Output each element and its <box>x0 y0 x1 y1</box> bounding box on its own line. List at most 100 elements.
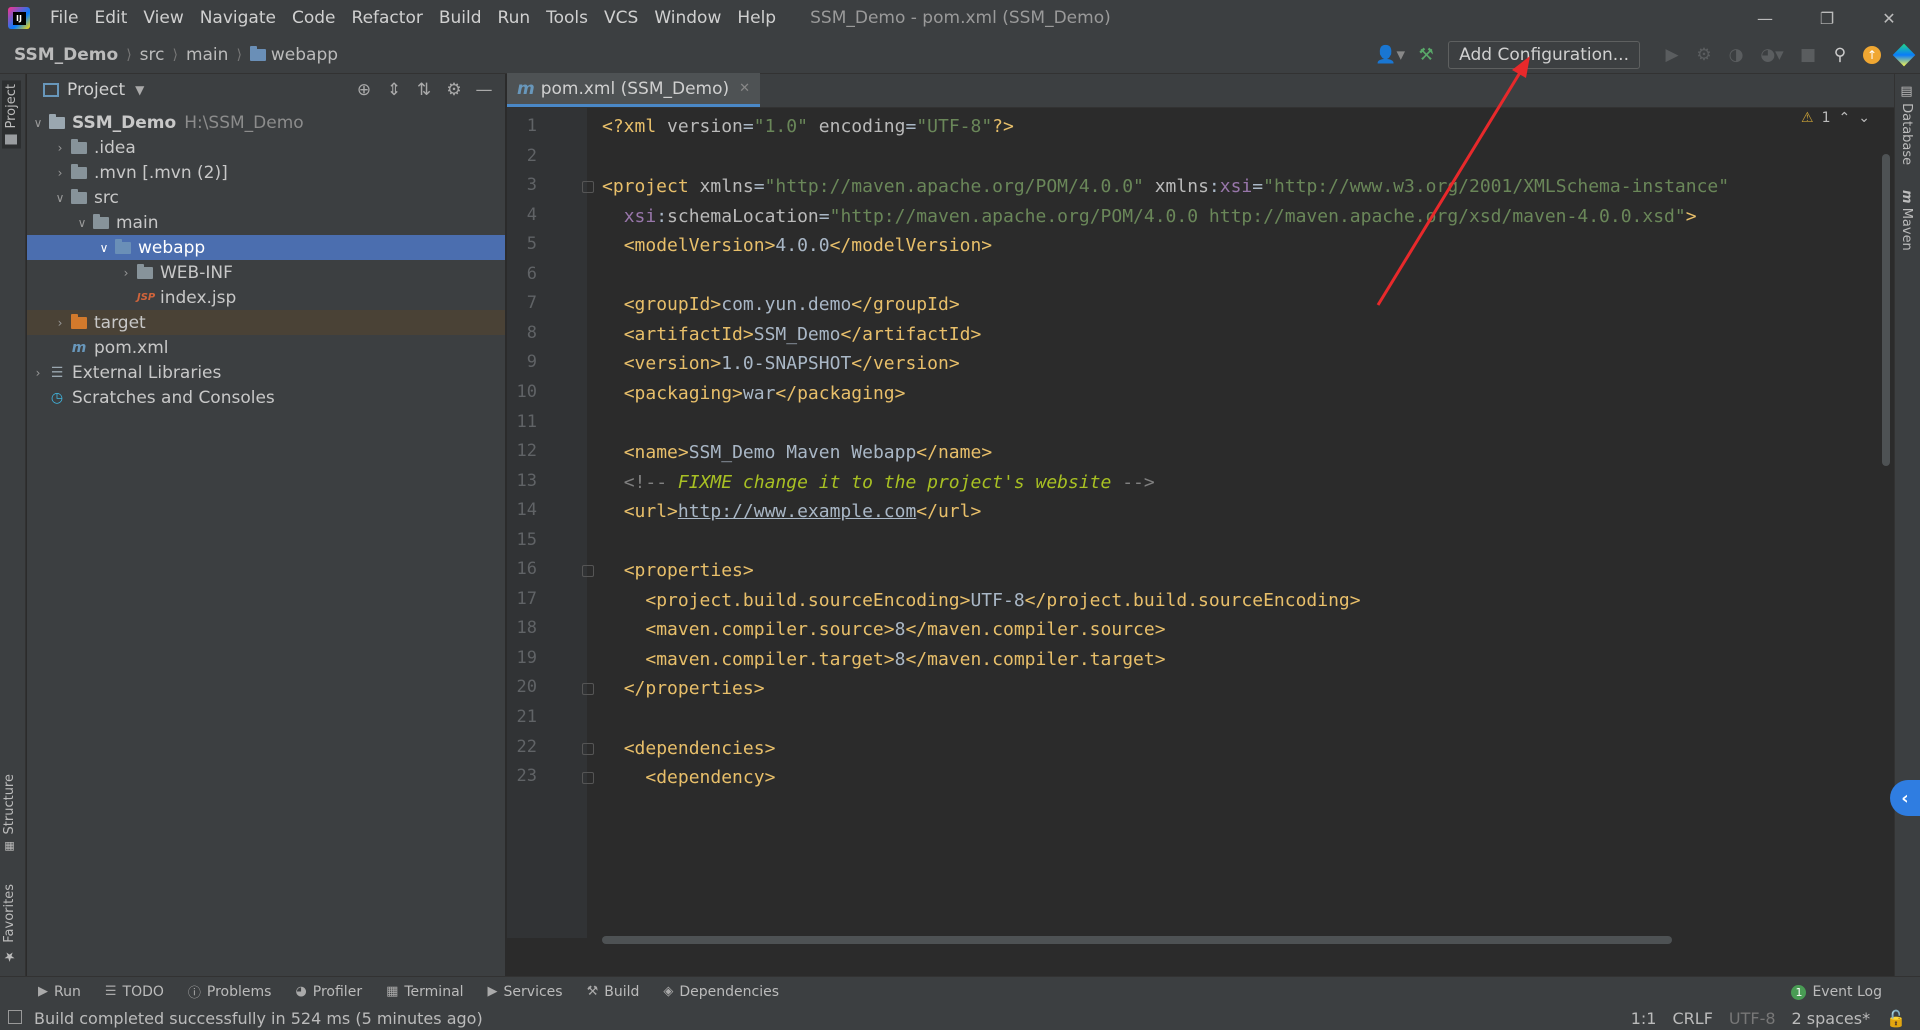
debug-icon[interactable]: ⚙ <box>1688 39 1720 71</box>
stop-icon[interactable]: ■ <box>1792 39 1824 71</box>
dependencies-tool-button[interactable]: ◈ Dependencies <box>651 984 791 1000</box>
chevron-right-icon[interactable]: › <box>49 166 71 180</box>
chevron-up-icon[interactable]: ⌃ <box>1839 110 1851 126</box>
database-tool-tab[interactable]: ▤ Database <box>1899 84 1914 165</box>
search-icon[interactable]: ⚲ <box>1824 39 1856 71</box>
code-content[interactable]: <?xml version="1.0" encoding="UTF-8"?> <… <box>602 108 1882 938</box>
breadcrumb-separator-icon: ⟩ <box>172 46 178 63</box>
tree-item-scratches[interactable]: › ◷ Scratches and Consoles <box>27 385 505 410</box>
line-separator[interactable]: CRLF <box>1672 1009 1712 1028</box>
run-tool-button[interactable]: ▶ Run <box>26 984 93 1000</box>
project-view-selector[interactable]: Project <box>67 80 125 100</box>
run-icon[interactable]: ▶ <box>1656 39 1688 71</box>
terminal-tool-button[interactable]: ▦ Terminal <box>374 984 475 1000</box>
menu-code[interactable]: Code <box>284 0 344 36</box>
chevron-down-icon[interactable]: ∨ <box>27 116 49 130</box>
minimize-icon[interactable]: — <box>1734 0 1796 36</box>
restore-icon[interactable]: ❐ <box>1796 0 1858 36</box>
chevron-right-icon[interactable]: › <box>49 141 71 155</box>
menu-help[interactable]: Help <box>729 0 784 36</box>
gear-icon[interactable]: ⚙ <box>439 74 469 106</box>
fold-marker-icon[interactable] <box>582 181 594 194</box>
menu-tools[interactable]: Tools <box>538 0 596 36</box>
tree-item-idea[interactable]: › .idea <box>27 135 505 160</box>
breadcrumb-project[interactable]: SSM_Demo <box>14 45 118 65</box>
breadcrumb-main[interactable]: main <box>186 45 228 65</box>
menu-navigate[interactable]: Navigate <box>192 0 284 36</box>
caret-position[interactable]: 1:1 <box>1631 1009 1657 1028</box>
line-number: 14 <box>516 500 537 521</box>
chevron-down-icon[interactable]: ⌄ <box>1858 110 1870 126</box>
menu-build[interactable]: Build <box>431 0 490 36</box>
tree-item-webapp[interactable]: ∨ webapp <box>27 235 505 260</box>
tree-item-ssm-demo[interactable]: ∨ SSM_Demo H:\SSM_Demo <box>27 110 505 135</box>
breadcrumb-src[interactable]: src <box>140 45 165 65</box>
tree-item-web-inf[interactable]: › WEB-INF <box>27 260 505 285</box>
menu-run[interactable]: Run <box>490 0 539 36</box>
close-tab-icon[interactable]: ✕ <box>739 81 750 96</box>
warning-count: 1 <box>1821 110 1831 126</box>
chevron-down-icon[interactable]: ∨ <box>71 216 93 230</box>
vertical-scrollbar[interactable] <box>1882 154 1890 466</box>
chevron-down-icon[interactable]: ∨ <box>93 241 115 255</box>
close-icon[interactable]: ✕ <box>1858 0 1920 36</box>
chevron-right-icon[interactable]: › <box>27 366 49 380</box>
build-tool-button[interactable]: ⚒ Build <box>575 984 652 1000</box>
profile-icon[interactable]: ◕▾ <box>1752 39 1792 71</box>
tree-item-mvn[interactable]: › .mvn [.mvn (2)] <box>27 160 505 185</box>
tree-item-target[interactable]: › target <box>27 310 505 335</box>
dependencies-icon: ◈ <box>663 984 674 999</box>
event-log-button[interactable]: 1 Event Log <box>1791 977 1882 1007</box>
line-number: 10 <box>516 381 537 402</box>
problems-tool-button[interactable]: ⓘ Problems <box>176 982 284 1002</box>
right-tool-stripe: ▤ Database m Maven <box>1894 74 1920 976</box>
maven-tool-tab[interactable]: m Maven <box>1899 190 1914 251</box>
status-toggle-icon[interactable] <box>8 1010 22 1024</box>
favorites-tool-tab[interactable]: ★ Favorites <box>2 884 17 964</box>
coverage-icon[interactable]: ◑ <box>1720 39 1752 71</box>
indent-setting[interactable]: 2 spaces* <box>1792 1009 1871 1028</box>
project-tool-tab[interactable]: Project <box>2 80 21 149</box>
locate-icon[interactable]: ⊕ <box>349 74 379 106</box>
todo-tool-button[interactable]: ☰ TODO <box>93 984 176 1000</box>
chevron-down-icon[interactable]: ▼ <box>135 83 144 97</box>
chevron-down-icon[interactable]: ∨ <box>49 191 71 205</box>
tree-item-pom-xml[interactable]: › m pom.xml <box>27 335 505 360</box>
jetbrains-toolbox-icon[interactable] <box>1888 39 1920 71</box>
lock-icon[interactable]: 🔓 <box>1886 1009 1906 1028</box>
tree-item-external-libraries[interactable]: › ☰ External Libraries <box>27 360 505 385</box>
inspection-widget[interactable]: ⚠ 1 ⌃ ⌄ <box>1801 110 1870 126</box>
add-configuration-button[interactable]: Add Configuration... <box>1448 41 1640 69</box>
menu-window[interactable]: Window <box>646 0 729 36</box>
services-tool-button[interactable]: ▶ Services <box>476 984 575 1000</box>
profiler-tool-button[interactable]: ◕ Profiler <box>283 984 374 1000</box>
tree-item-src[interactable]: ∨ src <box>27 185 505 210</box>
structure-tool-tab[interactable]: ▦ Structure <box>2 774 17 853</box>
expand-all-icon[interactable]: ⇕ <box>379 74 409 106</box>
collapse-side-panel-button[interactable]: ‹ <box>1890 780 1920 816</box>
fold-marker-icon[interactable] <box>582 565 594 578</box>
fold-marker-icon[interactable] <box>582 772 594 785</box>
tree-item-index-jsp[interactable]: › JSP index.jsp <box>27 285 505 310</box>
horizontal-scrollbar[interactable] <box>602 936 1672 944</box>
menu-vcs[interactable]: VCS <box>596 0 646 36</box>
account-icon[interactable]: 👤▾ <box>1370 39 1410 71</box>
status-message[interactable]: Build completed successfully in 524 ms (… <box>34 1009 483 1028</box>
tree-label: webapp <box>138 237 206 258</box>
file-encoding[interactable]: UTF-8 <box>1729 1009 1776 1028</box>
tab-pom-xml[interactable]: m pom.xml (SSM_Demo) ✕ <box>507 73 761 107</box>
build-hammer-icon[interactable]: ⚒ <box>1410 39 1442 71</box>
menu-refactor[interactable]: Refactor <box>344 0 431 36</box>
fold-marker-icon[interactable] <box>582 683 594 696</box>
update-icon[interactable]: ↑ <box>1856 39 1888 71</box>
fold-marker-icon[interactable] <box>582 742 594 755</box>
breadcrumb-webapp[interactable]: webapp <box>249 45 338 65</box>
menu-view[interactable]: View <box>135 0 191 36</box>
tree-item-main[interactable]: ∨ main <box>27 210 505 235</box>
chevron-right-icon[interactable]: › <box>115 266 137 280</box>
menu-edit[interactable]: Edit <box>86 0 135 36</box>
menu-file[interactable]: File <box>42 0 86 36</box>
collapse-all-icon[interactable]: ⇅ <box>409 74 439 106</box>
chevron-right-icon[interactable]: › <box>49 316 71 330</box>
hide-icon[interactable]: — <box>469 74 499 106</box>
